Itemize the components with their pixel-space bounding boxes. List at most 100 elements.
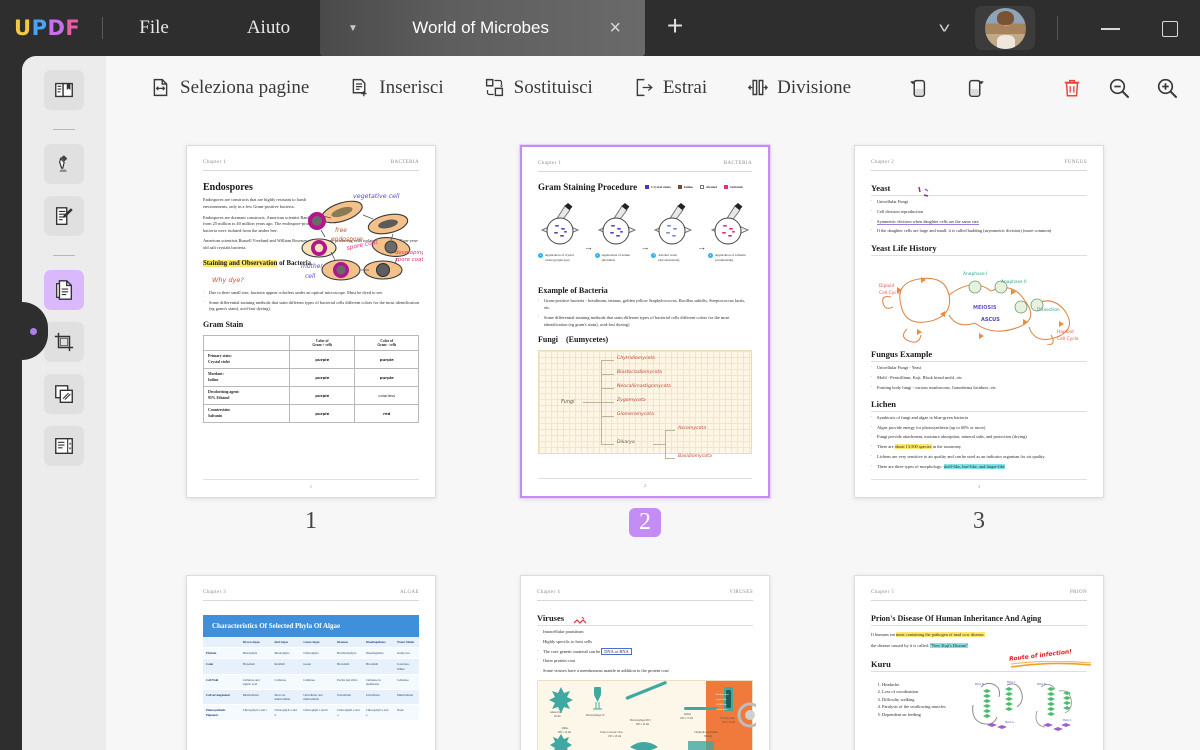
page-cell-3[interactable]: Chapter 2 FUNGUS Yeast Unicellular Fungi… (854, 145, 1104, 535)
rotate-left-button[interactable] (897, 70, 937, 106)
helix-label: Helix B (975, 683, 984, 686)
minimize-button[interactable] (1080, 20, 1140, 37)
sidebar-item-batch[interactable] (44, 374, 84, 414)
bullet: Some differential staining methods that … (203, 300, 419, 314)
table-row: Color Brownish Reddish Green Brownish Br… (203, 659, 419, 674)
page-cell-2[interactable]: Chapter 1 BACTERIA Gram Staining Procedu… (520, 145, 770, 537)
page-thumbnail-5[interactable]: Chapter 4 VIRUSES Viruses Intracellular … (520, 575, 770, 750)
insert-button[interactable]: Inserisci (339, 71, 453, 105)
diagram-label: Rhino (562, 727, 569, 730)
highlight-yellow: about 13,500 species (895, 444, 932, 449)
close-icon[interactable]: × (609, 17, 621, 40)
bullet: Gram-positive bacteria - botulinum, teta… (538, 298, 752, 312)
tree-branch: Blastocladiomycota (617, 370, 662, 375)
page-number-1[interactable]: 1 (186, 508, 436, 535)
row-label: Decolorizing agent:95% Ethanol (204, 387, 290, 405)
page-title: Viruses (537, 613, 753, 626)
page-number-3[interactable]: 3 (854, 508, 1104, 535)
extract-button[interactable]: Estrai (623, 71, 717, 105)
helix-label: Helix C (1063, 719, 1072, 722)
topic-label: BACTERIA (391, 160, 419, 165)
bullet: If the daughter cells are large and smal… (871, 228, 1087, 235)
cell-plus: purple (290, 369, 355, 387)
sidebar-item-split-view[interactable] (44, 426, 84, 466)
cell-minus: red (355, 405, 419, 423)
sidebar-item-edit[interactable] (44, 196, 84, 236)
sidebar-collapse-handle[interactable] (22, 302, 48, 360)
table-row: Cell Wall Cellulose and alginic acid Cel… (203, 674, 419, 689)
table-row: Mordant:Iodine purple purple (204, 369, 419, 387)
page-footer: 1 (203, 479, 419, 489)
cell-plus: purple (290, 405, 355, 423)
diagram-label: cell (305, 273, 316, 280)
extract-label: Estrai (663, 77, 707, 99)
document-tab[interactable]: ▼ World of Microbes × (320, 0, 645, 56)
menu-file[interactable]: File (125, 11, 183, 45)
menu-aiuto[interactable]: Aiuto (233, 11, 304, 45)
select-pages-button[interactable]: Seleziona pagine (140, 71, 319, 105)
page-thumbnail-2[interactable]: Chapter 1 BACTERIA Gram Staining Procedu… (520, 145, 770, 498)
page-cell-1[interactable]: Chapter 1 BACTERIA Endospores Endospores… (186, 145, 436, 535)
page-thumbnail-6[interactable]: Chapter 5 PRION Prion's Disease Of Human… (854, 575, 1104, 750)
cell-minus: purple (355, 369, 419, 387)
page-cell-6[interactable]: Chapter 5 PRION Prion's Disease Of Human… (854, 575, 1104, 750)
cell-minus: purple (355, 351, 419, 369)
virus-doodle-icon (571, 615, 591, 629)
endospore-diagram: vegetative cell free endospore spore coa… (295, 190, 423, 286)
page-thumbnail-1[interactable]: Chapter 1 BACTERIA Endospores Endospores… (186, 145, 436, 498)
page-thumbnail-area[interactable]: Chapter 1 BACTERIA Endospores Endospores… (106, 119, 1200, 750)
new-tab-button[interactable]: + (660, 10, 690, 42)
bullet: Unicellular Fungi - Yeast (871, 365, 1087, 372)
bullet: Due to their small size, bacteria appear… (203, 290, 419, 297)
chevron-down-icon-2[interactable]: ˅ (938, 20, 950, 37)
table-header-row: Color ofGram + cells Color ofGram - cell… (204, 336, 419, 351)
sidebar-item-comment[interactable] (44, 144, 84, 184)
maximize-button[interactable] (1140, 19, 1200, 36)
delete-button[interactable] (1053, 71, 1091, 105)
page-title: Gram Staining Procedure (538, 182, 637, 192)
page-number-2[interactable]: 2 (520, 508, 770, 537)
edit-document-icon (53, 205, 75, 227)
bullet: Fungi provide attachment, moisture absor… (871, 434, 1087, 441)
sidebar-item-crop[interactable] (44, 322, 84, 362)
bullet: There are three types of morphology: she… (871, 464, 1087, 471)
split-button[interactable]: Divisione (737, 71, 861, 105)
cycle-label: Anaphase II (1001, 279, 1027, 285)
panel-text: in diameter (716, 708, 727, 711)
tree-subbranch: Ascomycota (678, 426, 706, 431)
diagram-label: Chlamydia trachomatis (694, 731, 718, 734)
page-thumbnail-3[interactable]: Chapter 2 FUNGUS Yeast Unicellular Fungi… (854, 145, 1104, 498)
select-pages-label: Seleziona pagine (180, 77, 309, 99)
cycle-label: Anaphase I (963, 271, 987, 277)
zoom-out-button[interactable] (1099, 70, 1139, 106)
section-heading: Fungus Example (871, 349, 1087, 362)
page-thumbnail-4[interactable]: Chapter 3 ALGAE Characteristics Of Selec… (186, 575, 436, 750)
diagram-label: 800 x 10 nm (636, 723, 649, 726)
arrow-icon: → (697, 242, 706, 252)
chapter-label: Chapter 5 (871, 590, 894, 595)
page-cell-5[interactable]: Chapter 4 VIRUSES Viruses Intracellular … (520, 575, 770, 750)
chapter-label: Chapter 4 (537, 590, 560, 595)
fungi-tree-diagram: Fungi Chytridiomycota Blastocladiomycota… (538, 350, 752, 454)
sidebar-item-reader[interactable] (44, 70, 84, 110)
rotate-right-button[interactable] (957, 70, 997, 106)
chapter-label: Chapter 1 (538, 161, 561, 166)
legend-item: Alcohol (700, 185, 717, 189)
zoom-in-button[interactable] (1147, 70, 1187, 106)
diagram-label: mother (301, 263, 323, 270)
bullet: Lichens are very sensitive to air qualit… (871, 454, 1087, 461)
page-cell-4[interactable]: Chapter 3 ALGAE Characteristics Of Selec… (186, 575, 436, 750)
sidebar-item-organize-pages[interactable] (44, 270, 84, 310)
section-heading: Fungi (Eumycetes) (538, 335, 752, 344)
logo-divider (102, 17, 103, 39)
step-caption: 1Application of crystal violet (purple d… (538, 253, 582, 262)
bullet: Some differential staining methods that … (538, 315, 752, 329)
page-footer: 2 (538, 478, 752, 488)
diagram-label: 270 x 35 nm (722, 721, 735, 724)
topic-label: BACTERIA (724, 161, 752, 166)
replace-button[interactable]: Sostituisci (474, 71, 603, 105)
diagram-label: Tobacco mosaic virus (600, 731, 623, 734)
account-button[interactable] (975, 6, 1035, 50)
window-controls: ˅ (940, 0, 1200, 56)
page-extract-icon (633, 77, 654, 98)
